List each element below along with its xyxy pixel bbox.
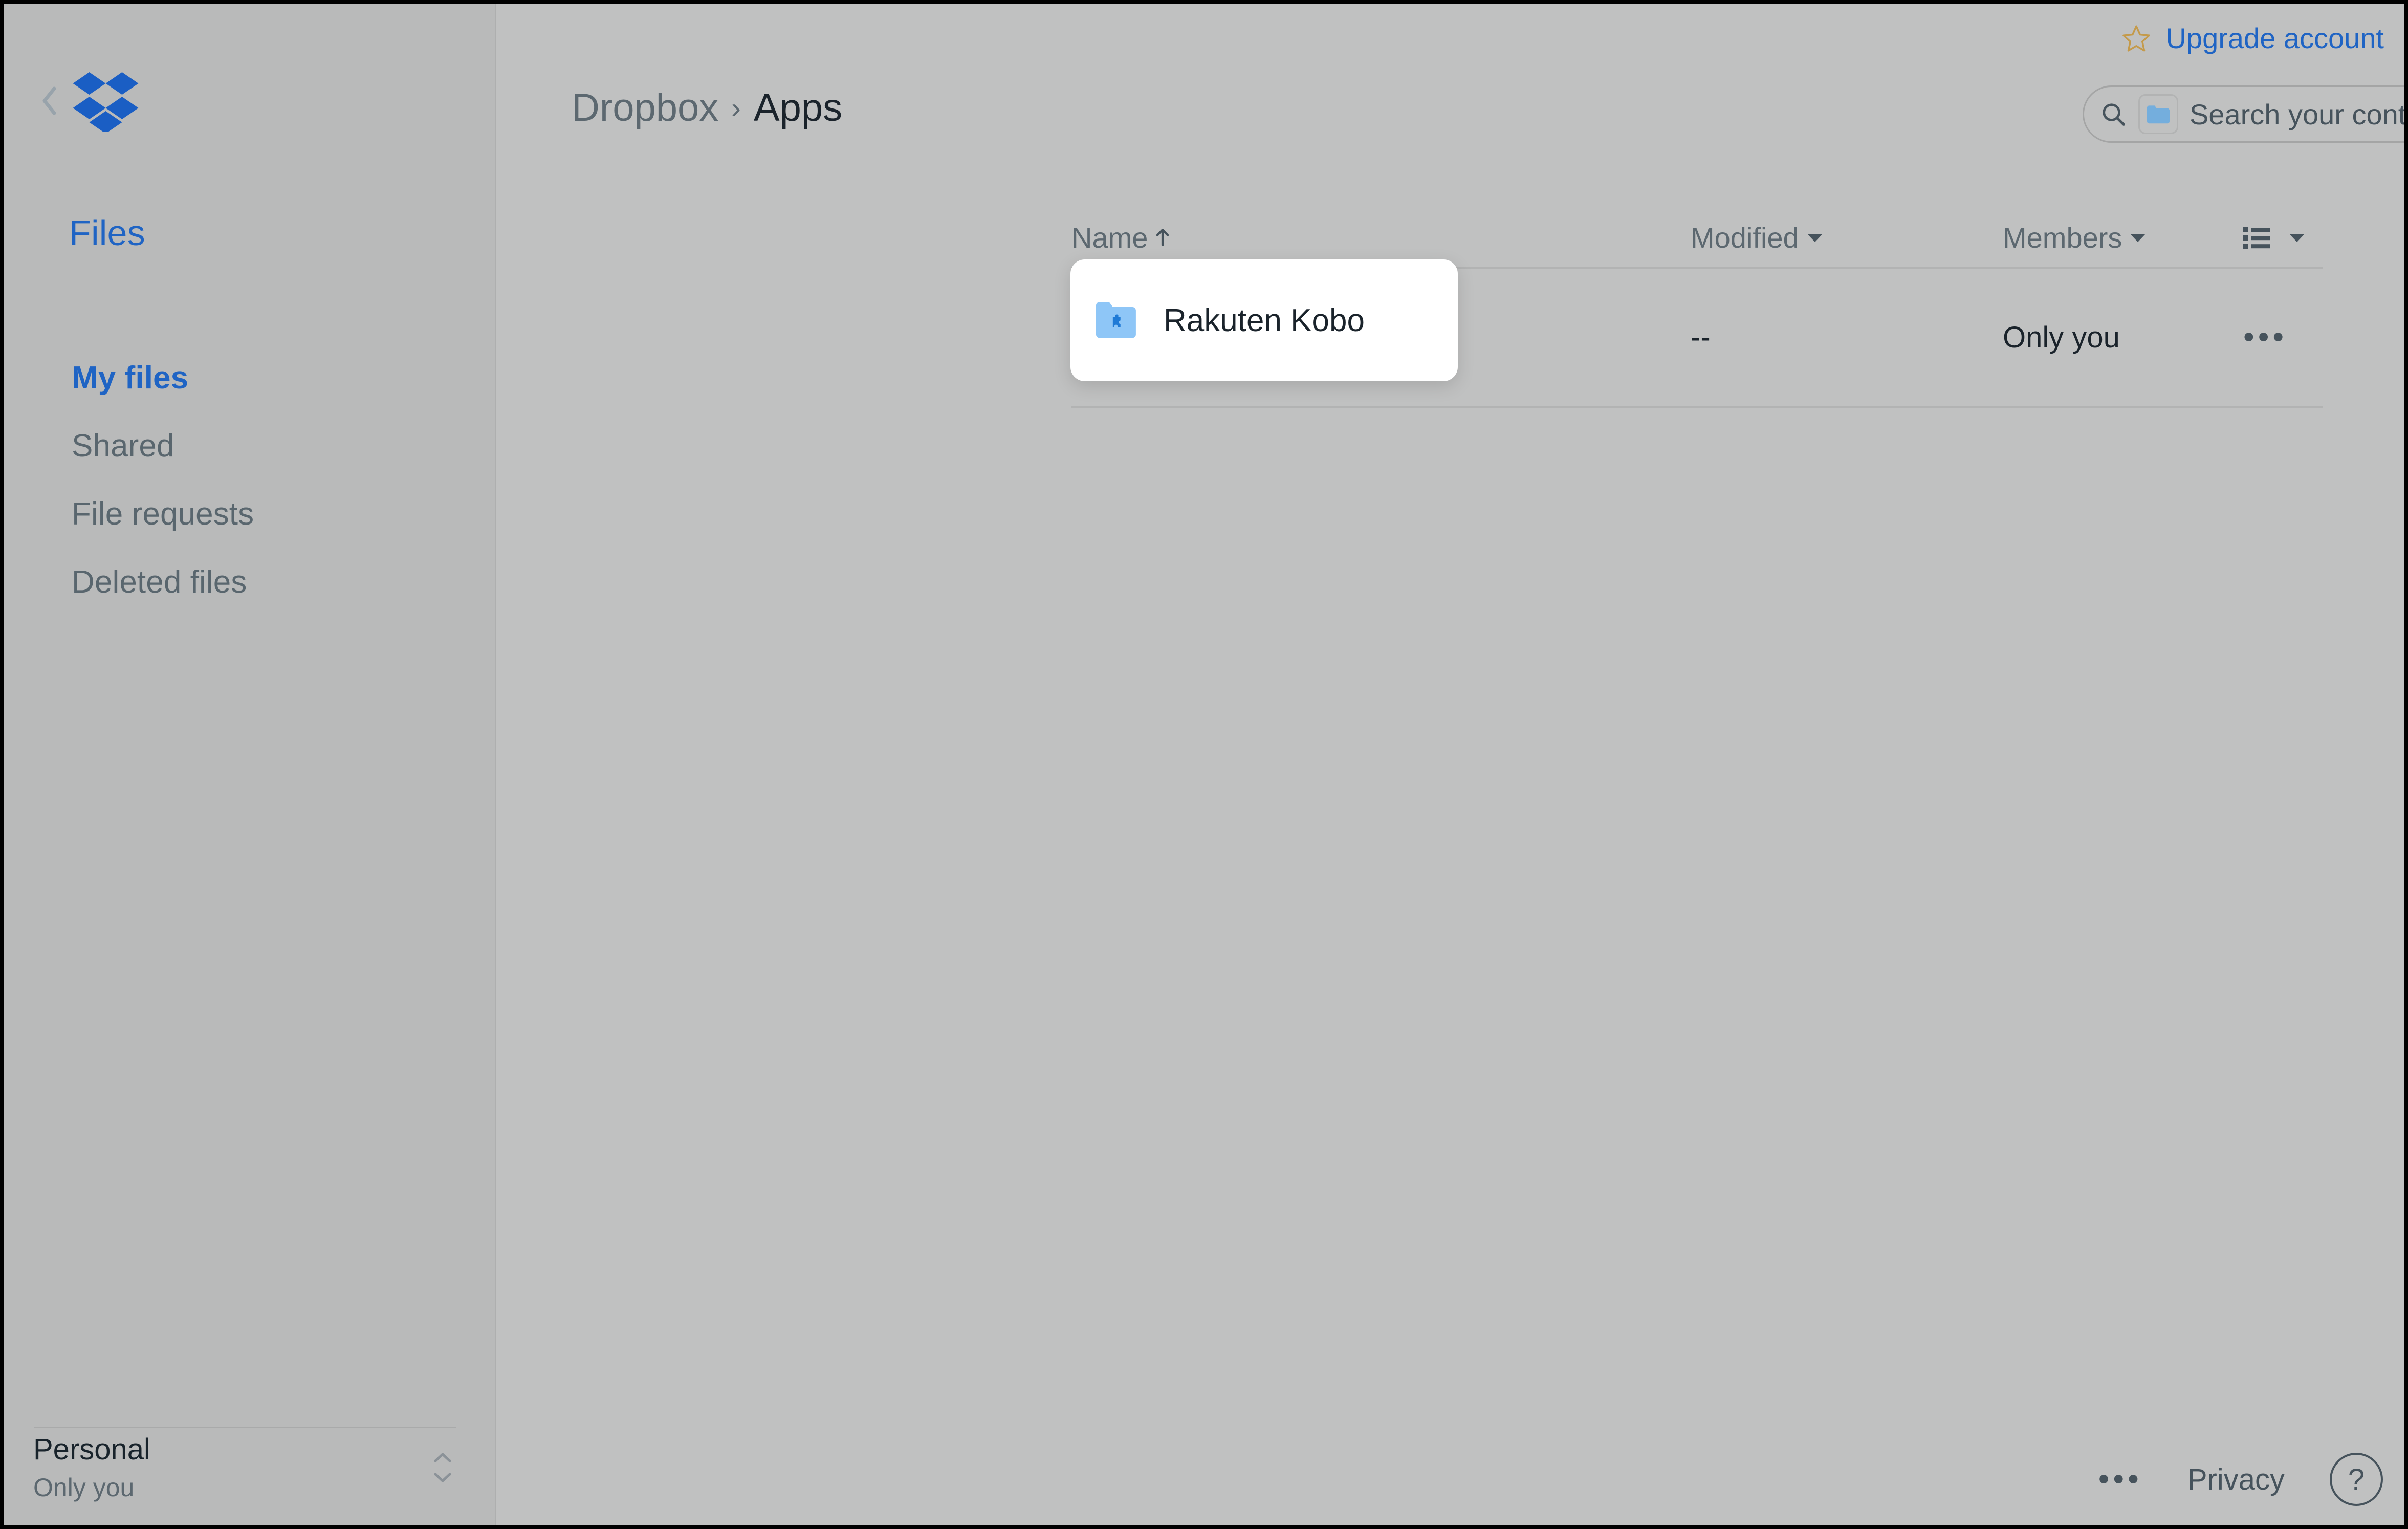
account-sublabel: Only you — [33, 1473, 135, 1502]
list-view-icon — [2243, 227, 2270, 249]
upgrade-account-label: Upgrade account — [2165, 22, 2384, 54]
file-table: Name Modified Members Rakuten Kobo -- On… — [1070, 208, 2323, 408]
file-row-modified: -- — [1691, 320, 1711, 354]
account-switcher[interactable]: Personal Only you — [33, 1432, 466, 1502]
dropbox-logo[interactable] — [71, 70, 140, 132]
privacy-link[interactable]: Privacy — [2187, 1462, 2285, 1497]
arrow-up-icon — [1156, 229, 1169, 246]
sidebar-item-file-requests[interactable]: File requests — [4, 480, 495, 548]
sidebar: Files My files Shared File requests Dele… — [4, 4, 496, 1525]
sidebar-logo-row — [39, 70, 140, 132]
breadcrumb: Dropbox › Apps — [572, 85, 842, 130]
column-header-modified[interactable]: Modified — [1691, 221, 2003, 254]
sidebar-item-shared[interactable]: Shared — [4, 412, 495, 480]
chevron-left-icon[interactable] — [39, 85, 60, 116]
app-folder-icon — [1096, 302, 1136, 338]
breadcrumb-current: Apps — [753, 86, 843, 129]
sidebar-item-my-files[interactable]: My files — [4, 344, 495, 412]
file-row-name: Rakuten Kobo — [1164, 302, 1365, 338]
view-options-toggle[interactable] — [2243, 226, 2323, 249]
dropbox-window: Files My files Shared File requests Dele… — [0, 0, 2408, 1529]
caret-down-icon — [2289, 234, 2305, 242]
sidebar-section-title: Files — [69, 213, 145, 253]
file-row-selected-card[interactable]: Rakuten Kobo — [1070, 259, 1458, 381]
row-overflow-menu-icon[interactable]: ••• — [2243, 321, 2287, 352]
search-input[interactable]: Search your content — [2083, 85, 2406, 143]
column-header-name[interactable]: Name — [1071, 221, 1691, 254]
search-icon — [2103, 103, 2125, 126]
column-header-members[interactable]: Members — [2003, 221, 2243, 254]
star-icon — [2122, 25, 2151, 51]
caret-down-icon — [2130, 234, 2146, 242]
breadcrumb-root[interactable]: Dropbox — [572, 85, 718, 130]
search-placeholder-text: Search your content — [2190, 98, 2406, 130]
file-row-members: Only you — [2003, 320, 2120, 354]
help-button[interactable]: ? — [2330, 1453, 2383, 1506]
upgrade-account-link[interactable]: Upgrade account — [2120, 21, 2384, 55]
footer-overflow-menu-icon[interactable]: ••• — [2098, 1463, 2142, 1494]
account-name: Personal — [33, 1433, 150, 1466]
column-header-name-label: Name — [1071, 221, 1148, 254]
column-header-modified-label: Modified — [1691, 221, 1799, 254]
column-header-members-label: Members — [2003, 221, 2122, 254]
caret-down-icon — [1807, 234, 1823, 242]
breadcrumb-separator: › — [731, 92, 741, 124]
account-text: Personal Only you — [33, 1432, 150, 1502]
table-row[interactable]: Rakuten Kobo -- Only you ••• — [1070, 259, 2323, 408]
sidebar-divider — [34, 1427, 456, 1428]
search-scope-folder-icon[interactable] — [2138, 94, 2178, 134]
footer: ••• Privacy ? — [2098, 1453, 2383, 1506]
main-content: Upgrade account Dropbox › Apps Search yo… — [496, 4, 2404, 1525]
file-row-actions: ••• — [2243, 321, 2323, 352]
chevron-updown-icon[interactable] — [432, 1451, 466, 1484]
sidebar-nav: My files Shared File requests Deleted fi… — [4, 344, 495, 616]
sidebar-item-deleted-files[interactable]: Deleted files — [4, 548, 495, 616]
